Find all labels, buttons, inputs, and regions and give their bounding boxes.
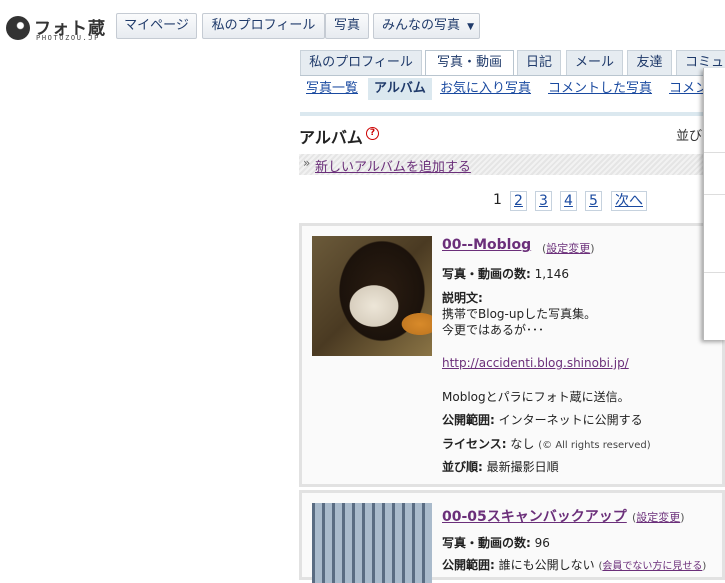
order-row: 並び順: 最新撮影日順 [442, 459, 559, 475]
album-count-row: 写真・動画の数: 96 [442, 535, 550, 551]
order-label: 並び順: [442, 460, 483, 474]
nav-everyones-photos[interactable]: みんなの写真 ▼ [373, 13, 480, 39]
add-album-bar: » 新しいアルバムを追加する [299, 154, 725, 175]
page-link-5[interactable]: 5 [585, 191, 602, 211]
tab-friends[interactable]: 友達 [627, 50, 672, 75]
tab-photos-videos[interactable]: 写真・動画 [425, 50, 514, 76]
nav-photos[interactable]: 写真 [325, 13, 369, 39]
album-count-row: 写真・動画の数: 1,146 [442, 266, 569, 282]
show-to-nonmembers-link[interactable]: 会員でない方に見せる [602, 561, 702, 572]
album-settings-link[interactable]: 設定変更 [636, 511, 680, 524]
scope-value: 誰にも公開しない [498, 558, 595, 572]
album-note: Moblogとパラにフォト蔵に送信。 [442, 390, 630, 404]
count-label: 写真・動画の数: [442, 536, 531, 550]
page-next[interactable]: 次へ [611, 191, 647, 211]
scope-row: 公開範囲: インターネットに公開する [442, 412, 643, 428]
tab-divider [300, 75, 725, 76]
license-value: なし [510, 437, 535, 451]
help-icon[interactable]: ? [366, 127, 379, 140]
count-label: 写真・動画の数: [442, 267, 531, 281]
album-settings: (設定変更) [542, 242, 595, 255]
site-logo[interactable]: フォト蔵 PHOTOZOU.JP [6, 14, 110, 44]
chevron-down-icon: ▼ [467, 22, 475, 32]
album-title[interactable]: 00--Moblog [442, 237, 531, 253]
sort-label[interactable]: 並び [676, 125, 702, 144]
license-note: (© All rights reserved) [538, 440, 651, 451]
album-card: 00-05スキャンバックアップ (設定変更) 写真・動画の数: 96 公開範囲:… [299, 490, 725, 583]
license-row: ライセンス: なし (© All rights reserved) [442, 436, 651, 454]
page-current: 1 [493, 192, 502, 208]
license-label: ライセンス: [442, 437, 507, 451]
subtab-favorites[interactable]: お気に入り写真 [440, 78, 531, 100]
count-value: 96 [534, 536, 550, 550]
subtab-divider [300, 112, 725, 116]
desc-label: 説明文: [442, 291, 483, 305]
subtab-photo-list[interactable]: 写真一覧 [306, 78, 358, 100]
scope-row: 公開範囲: 誰にも公開しない (会員でない方に見せる) [442, 558, 707, 572]
album-settings-link[interactable]: 設定変更 [546, 242, 590, 255]
scope-label: 公開範囲: [442, 558, 495, 572]
tab-diary[interactable]: 日記 [517, 50, 561, 75]
album-card: 00--Moblog (設定変更) 写真・動画の数: 1,146 説明文: 携帯… [299, 223, 725, 487]
camera-lens-icon [6, 16, 30, 40]
album-thumbnail[interactable] [312, 503, 432, 583]
scope-label: 公開範囲: [442, 413, 495, 427]
nav-my-profile[interactable]: 私のプロフィール [202, 13, 325, 39]
album-settings: (設定変更) [632, 511, 685, 524]
page-link-2[interactable]: 2 [510, 191, 527, 211]
tab-mail[interactable]: メール [566, 50, 623, 75]
tab-profile[interactable]: 私のプロフィール [300, 50, 422, 75]
page-link-3[interactable]: 3 [535, 191, 552, 211]
count-value: 1,146 [534, 267, 569, 281]
desc-line-1: 携帯でBlog-upした写真集。 [442, 307, 597, 321]
raquo-icon: » [303, 156, 311, 170]
desc-line-2: 今更ではあるが･･･ [442, 323, 545, 337]
page-title: アルバム [299, 128, 363, 147]
subtab-album[interactable]: アルバム [368, 78, 432, 100]
panel-divider [704, 194, 725, 195]
scope-value: インターネットに公開する [498, 413, 643, 427]
nav-everyones-photos-label: みんなの写真 [382, 18, 461, 33]
page-link-4[interactable]: 4 [560, 191, 577, 211]
subtab-commented[interactable]: コメントした写真 [548, 78, 652, 100]
dropdown-panel[interactable] [703, 68, 725, 340]
nav-mypage[interactable]: マイページ [116, 13, 197, 39]
album-title[interactable]: 00-05スキャンバックアップ [442, 506, 627, 526]
panel-divider [704, 152, 725, 153]
add-album-link[interactable]: 新しいアルバムを追加する [315, 156, 471, 175]
panel-divider [704, 272, 725, 273]
order-value: 最新撮影日順 [486, 460, 559, 474]
album-thumbnail[interactable] [312, 236, 432, 356]
logo-domain: PHOTOZOU.JP [36, 34, 100, 42]
album-url-link[interactable]: http://accidenti.blog.shinobi.jp/ [442, 356, 629, 370]
